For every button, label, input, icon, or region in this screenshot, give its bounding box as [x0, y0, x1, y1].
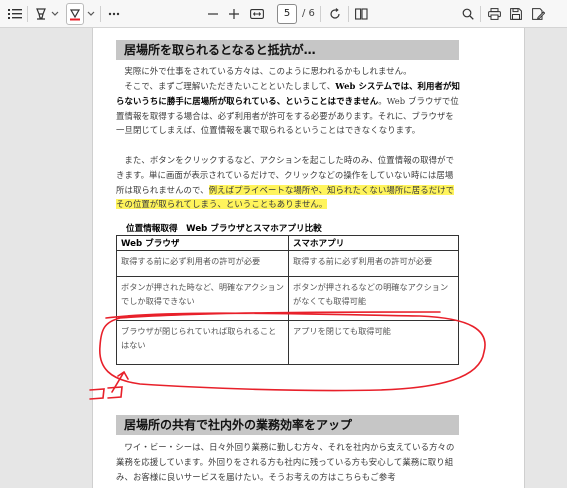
highlighter-icon[interactable] — [32, 3, 50, 25]
list-icon[interactable] — [6, 3, 24, 25]
comparison-table: Web ブラウザ スマホアプリ 取得する前に必ず利用者の許可が必要 取得する前に… — [116, 235, 459, 365]
chevron-down-icon[interactable] — [86, 3, 96, 25]
fit-page-icon[interactable] — [248, 3, 266, 25]
paragraph: ワイ・ビー・シーは、日々外回り業務に勤しむ方々、それを社内から支えている方々の業… — [116, 442, 455, 482]
paragraph: 実際に外で仕事をされている方々は、このように思われるかもしれません。 — [124, 66, 412, 76]
zoom-in-icon[interactable] — [226, 3, 242, 25]
section-heading: 居場所の共有で社内外の業務効率をアップ — [116, 415, 459, 435]
rotate-icon[interactable] — [327, 3, 343, 25]
more-icon[interactable] — [106, 3, 122, 25]
table-row: ボタンが押された時など、明確なアクションでしか取得できない ボタンが押されるなど… — [116, 276, 459, 321]
page-total: / 6 — [302, 8, 315, 19]
paragraph: また、ボタンをクリックするなど、アクションを起こした時のみ、位置情報の取得ができ… — [116, 153, 461, 212]
draw-icon[interactable] — [66, 3, 84, 25]
zoom-out-icon[interactable] — [205, 3, 221, 25]
page-number-input[interactable]: 5 — [277, 4, 297, 24]
table-cell: アプリを閉じても取得可能 — [288, 320, 459, 365]
table-cell: 取得する前に必ず利用者の許可が必要 — [116, 250, 289, 277]
paragraph: そこで、まずご理解いただきたいことといたしまして、Web システムでは、利用者が… — [116, 79, 461, 138]
table-caption: 位置情報取得 Web ブラウザとスマホアプリ比較 — [126, 224, 322, 234]
table-header: スマホアプリ — [288, 235, 459, 251]
search-icon[interactable] — [460, 3, 476, 25]
document-page: 居場所を取られるとなると抵抗が… 実際に外で仕事をされている方々は、このように思… — [92, 28, 525, 488]
table-header: Web ブラウザ — [116, 235, 289, 251]
page-view-icon[interactable] — [353, 3, 369, 25]
table-cell: ボタンが押されるなどの明確なアクションがなくても取得可能 — [288, 276, 459, 321]
paragraph-text: そこで、まずご理解いただきたいことといたしまして、 — [124, 81, 336, 91]
save-icon[interactable] — [508, 3, 524, 25]
table-cell: 取得する前に必ず利用者の許可が必要 — [288, 250, 459, 277]
table-row: ブラウザが閉じられていれば取られることはない アプリを閉じても取得可能 — [116, 320, 459, 365]
print-icon[interactable] — [486, 3, 502, 25]
section-heading: 居場所を取られるとなると抵抗が… — [116, 40, 459, 60]
chevron-down-icon[interactable] — [50, 3, 60, 25]
pdf-toolbar: 5 / 6 — [0, 0, 567, 28]
table-cell: ボタンが押された時など、明確なアクションでしか取得できない — [116, 276, 289, 321]
save-as-icon[interactable] — [530, 3, 546, 25]
table-cell: ブラウザが閉じられていれば取られることはない — [116, 320, 289, 365]
table-row: 取得する前に必ず利用者の許可が必要 取得する前に必ず利用者の許可が必要 — [116, 250, 459, 277]
